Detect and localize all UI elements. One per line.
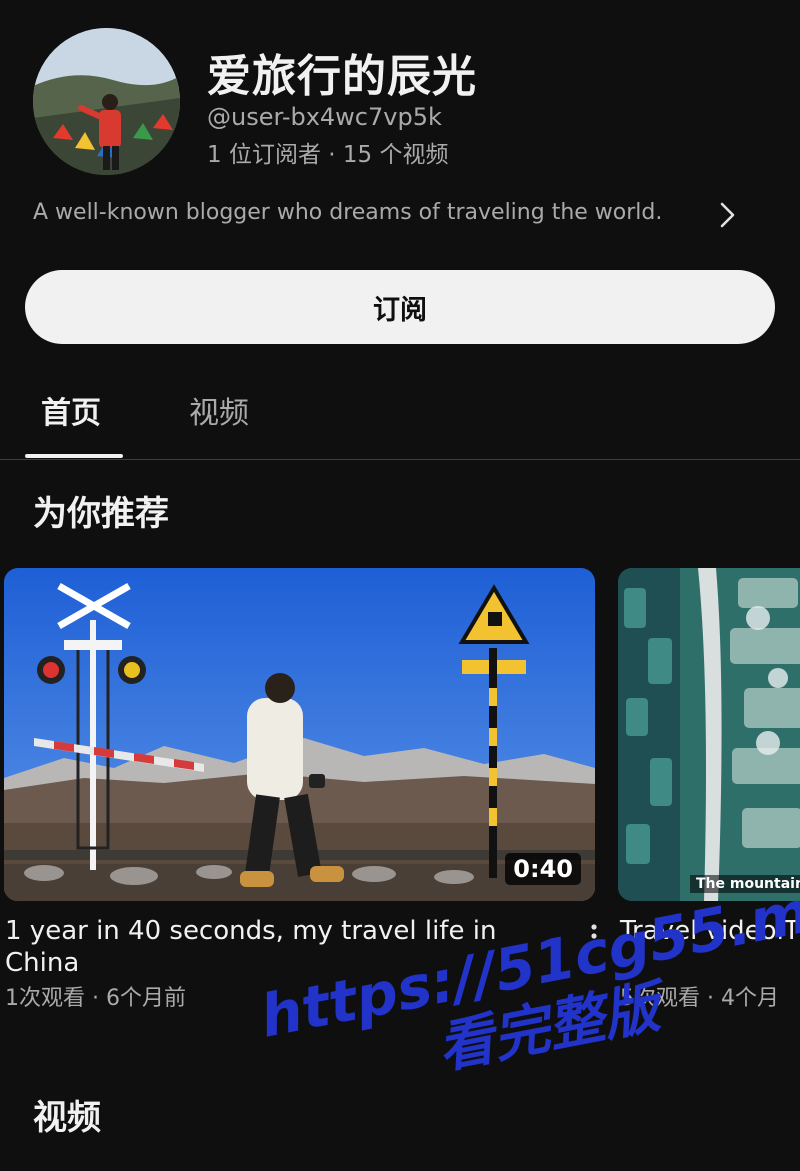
section-title-videos: 视频 <box>33 1098 101 1138</box>
channel-avatar[interactable] <box>33 28 180 175</box>
tab-videos[interactable]: 视频 <box>189 388 249 432</box>
video-duration: 0:40 <box>505 853 581 885</box>
channel-stats: 1 位订阅者 · 15 个视频 <box>207 142 449 168</box>
video-meta: 1次观看 · 6个月前 <box>5 986 186 1011</box>
chevron-right-icon[interactable] <box>712 198 742 232</box>
active-tab-indicator <box>25 454 123 458</box>
video-thumbnail-image <box>618 568 800 901</box>
section-title-recommended: 为你推荐 <box>33 494 169 534</box>
channel-handle: @user-bx4wc7vp5k <box>207 103 442 131</box>
video-thumbnail-image <box>4 568 595 901</box>
avatar-image <box>33 28 180 175</box>
tab-home[interactable]: 首页 <box>41 388 101 432</box>
channel-name: 爱旅行的辰光 <box>207 51 477 102</box>
channel-tabs: 首页 视频 <box>0 370 800 460</box>
video-thumbnail[interactable]: 0:40 <box>4 568 595 901</box>
subscribe-button[interactable]: 订阅 <box>25 270 775 344</box>
channel-page: 爱旅行的辰光 @user-bx4wc7vp5k 1 位订阅者 · 15 个视频 … <box>0 0 800 1171</box>
channel-description[interactable]: A well-known blogger who dreams of trave… <box>33 200 753 225</box>
video-thumbnail[interactable]: The mountain is <box>618 568 800 901</box>
